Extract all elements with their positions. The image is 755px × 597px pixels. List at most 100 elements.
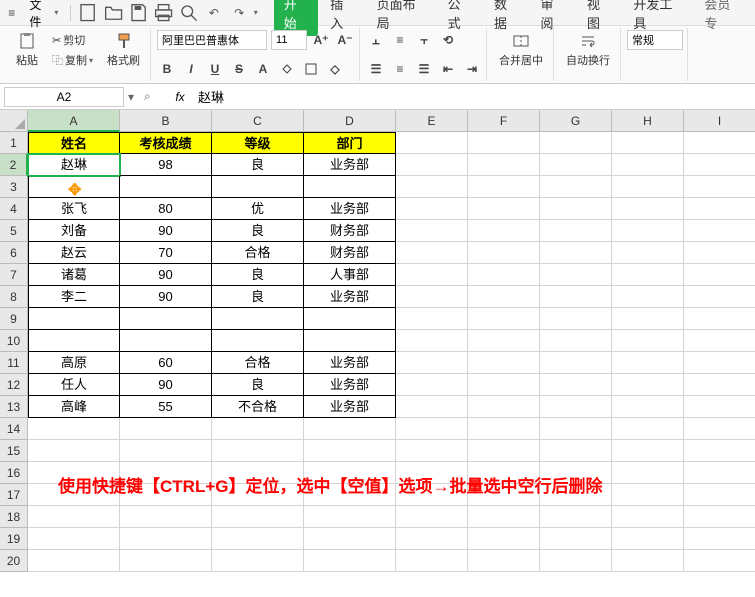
cell-H19[interactable] [612,528,684,550]
row-header-2[interactable]: 2 [0,154,28,176]
cell-I15[interactable] [684,440,755,462]
cell-E8[interactable] [396,286,468,308]
row-header-8[interactable]: 8 [0,286,28,308]
cell-C6[interactable]: 合格 [212,242,304,264]
cell-B20[interactable] [120,550,212,572]
font-color-button[interactable]: A [253,59,273,79]
cell-B11[interactable]: 60 [120,352,212,374]
cell-C2[interactable]: 良 [212,154,304,176]
cell-A10[interactable] [28,330,120,352]
cell-H14[interactable] [612,418,684,440]
cell-B13[interactable]: 55 [120,396,212,418]
cell-E7[interactable] [396,264,468,286]
cell-B9[interactable] [120,308,212,330]
cell-C20[interactable] [212,550,304,572]
qat-more-icon[interactable]: ▾ [254,8,258,17]
cell-E14[interactable] [396,418,468,440]
cell-C4[interactable]: 优 [212,198,304,220]
cell-I16[interactable] [684,462,755,484]
cell-H6[interactable] [612,242,684,264]
cell-C11[interactable]: 合格 [212,352,304,374]
cell-D6[interactable]: 财务部 [304,242,396,264]
cell-I6[interactable] [684,242,755,264]
cell-H10[interactable] [612,330,684,352]
cell-F7[interactable] [468,264,540,286]
cell-B8[interactable]: 90 [120,286,212,308]
cell-A5[interactable]: 刘备 [28,220,120,242]
cell-E12[interactable] [396,374,468,396]
orientation-icon[interactable]: ⟲ [438,30,458,50]
cell-G12[interactable] [540,374,612,396]
cell-A8[interactable]: 李二 [28,286,120,308]
cell-D19[interactable] [304,528,396,550]
cell-F11[interactable] [468,352,540,374]
cell-B3[interactable] [120,176,212,198]
col-header-D[interactable]: D [304,110,396,132]
border-button[interactable] [301,59,321,79]
italic-button[interactable]: I [181,59,201,79]
cell-D20[interactable] [304,550,396,572]
col-header-F[interactable]: F [468,110,540,132]
cell-B15[interactable] [120,440,212,462]
cell-C13[interactable]: 不合格 [212,396,304,418]
cell-G1[interactable] [540,132,612,154]
cell-H7[interactable] [612,264,684,286]
number-format-select[interactable] [627,30,683,50]
align-center-icon[interactable]: ≡ [390,59,410,79]
cell-E20[interactable] [396,550,468,572]
cell-G3[interactable] [540,176,612,198]
cell-I17[interactable] [684,484,755,506]
cell-C7[interactable]: 良 [212,264,304,286]
cell-E3[interactable] [396,176,468,198]
cell-E13[interactable] [396,396,468,418]
cell-H9[interactable] [612,308,684,330]
cell-D10[interactable] [304,330,396,352]
row-header-14[interactable]: 14 [0,418,28,440]
bold-button[interactable]: B [157,59,177,79]
cell-D1[interactable]: 部门 [304,132,396,154]
cell-E1[interactable] [396,132,468,154]
cell-D12[interactable]: 业务部 [304,374,396,396]
formula-input[interactable] [192,89,755,104]
file-menu[interactable]: 文件 ▾ [23,0,64,32]
cell-C15[interactable] [212,440,304,462]
cell-A2[interactable]: 赵琳 [28,154,120,176]
cell-B7[interactable]: 90 [120,264,212,286]
save-icon[interactable] [128,2,149,24]
cell-H15[interactable] [612,440,684,462]
cell-I2[interactable] [684,154,755,176]
row-header-4[interactable]: 4 [0,198,28,220]
row-header-13[interactable]: 13 [0,396,28,418]
search-icon[interactable]: ⌕ [144,89,168,104]
new-icon[interactable] [77,2,98,24]
row-header-16[interactable]: 16 [0,462,28,484]
cell-C18[interactable] [212,506,304,528]
cell-A6[interactable]: 赵云 [28,242,120,264]
cell-H13[interactable] [612,396,684,418]
row-header-3[interactable]: 3 [0,176,28,198]
font-name-select[interactable] [157,30,267,50]
col-header-I[interactable]: I [684,110,755,132]
cell-I7[interactable] [684,264,755,286]
cell-B4[interactable]: 80 [120,198,212,220]
row-header-19[interactable]: 19 [0,528,28,550]
cell-G13[interactable] [540,396,612,418]
cell-A19[interactable] [28,528,120,550]
cell-C14[interactable] [212,418,304,440]
print-icon[interactable] [153,2,174,24]
merge-center-button[interactable]: 合并居中 [493,30,549,70]
cell-H18[interactable] [612,506,684,528]
row-header-1[interactable]: 1 [0,132,28,154]
copy-button[interactable]: ⿻复制▾ [48,51,97,69]
align-top-icon[interactable]: ⫠ [366,30,386,50]
cell-F8[interactable] [468,286,540,308]
cell-C3[interactable] [212,176,304,198]
open-icon[interactable] [103,2,124,24]
cell-G14[interactable] [540,418,612,440]
cell-F3[interactable] [468,176,540,198]
underline-button[interactable]: U [205,59,225,79]
cells-grid[interactable]: 姓名考核成绩等级部门赵琳98良业务部张飞80优业务部刘备90良财务部赵云70合格… [28,132,755,572]
align-middle-icon[interactable]: ≡ [390,30,410,50]
col-header-C[interactable]: C [212,110,304,132]
cell-I13[interactable] [684,396,755,418]
